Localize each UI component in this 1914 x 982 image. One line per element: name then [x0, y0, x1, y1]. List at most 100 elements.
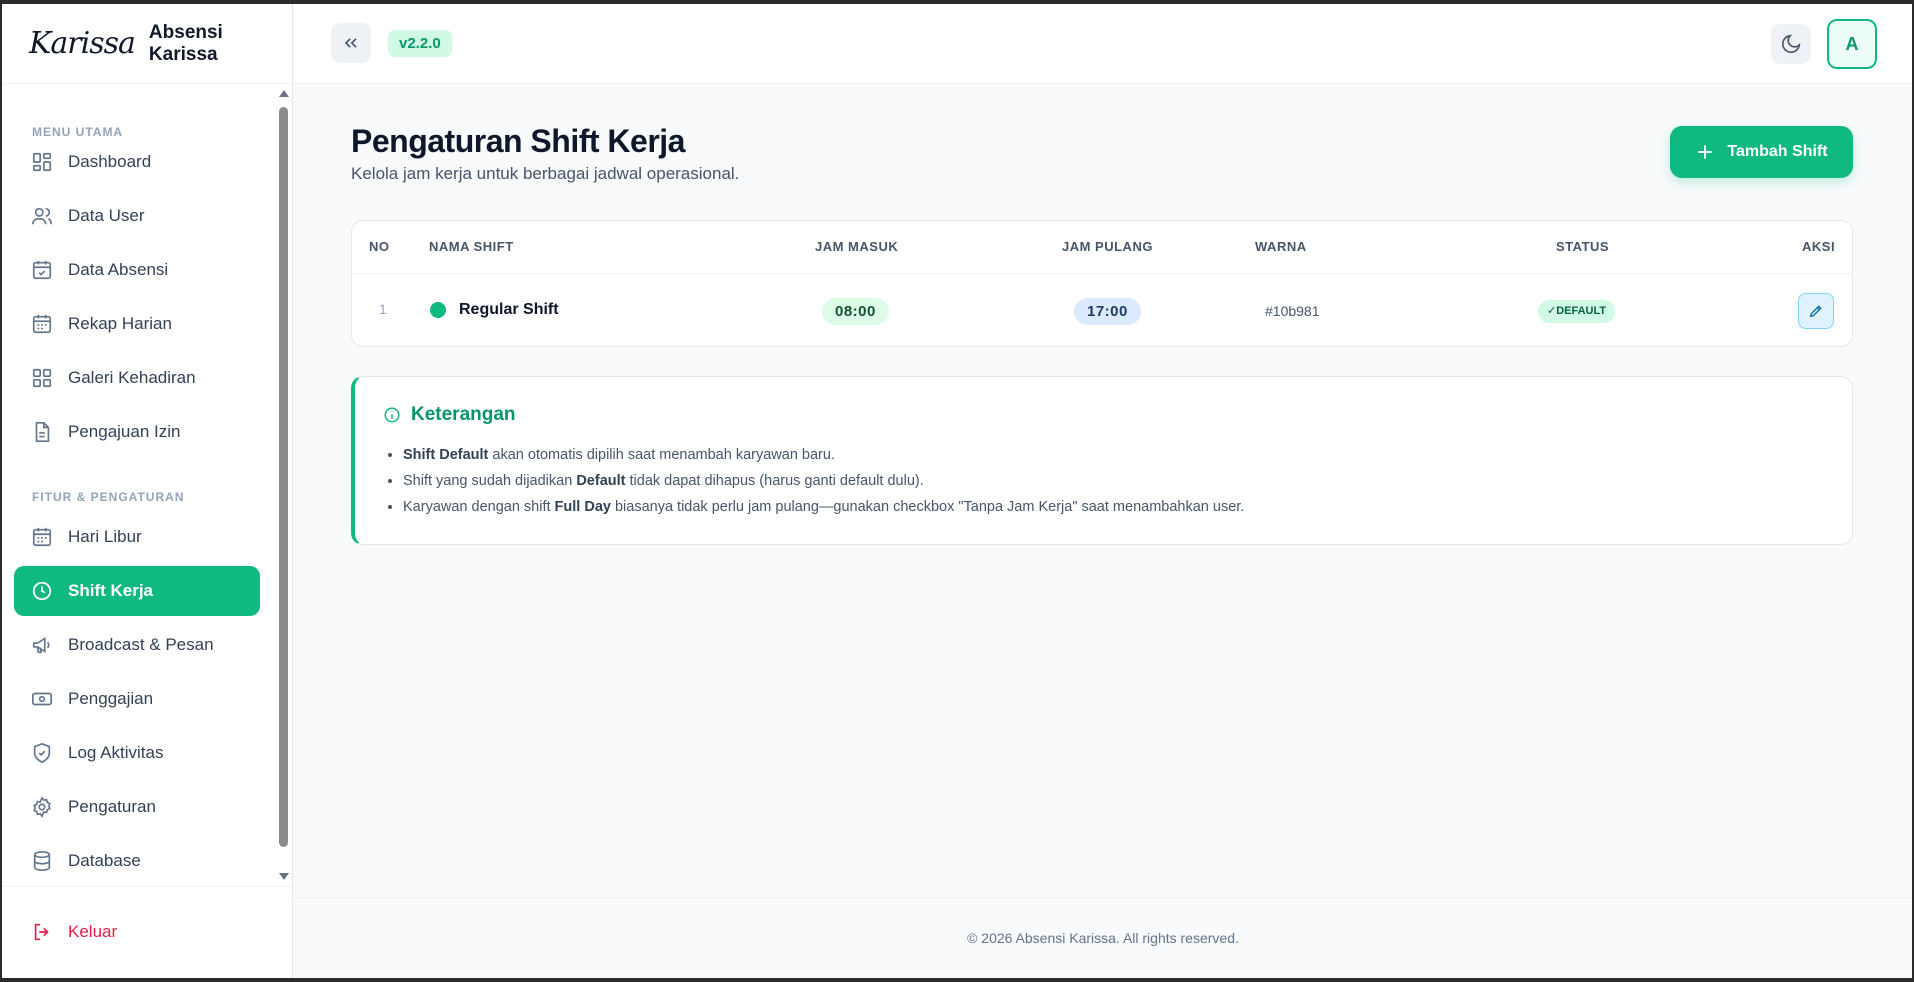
brand: Karissa Absensi Karissa: [2, 4, 292, 84]
edit-shift-button[interactable]: [1798, 293, 1834, 329]
grid-icon: [32, 152, 52, 172]
sidebar-item-label: Data Absensi: [68, 260, 169, 279]
sidebar-item-label: Log Aktivitas: [68, 743, 164, 762]
column-header-color: WARNA: [1255, 239, 1307, 254]
logout-label: Keluar: [68, 922, 118, 941]
sidebar-item-label: Hari Libur: [68, 527, 142, 546]
page-title: Pengaturan Shift Kerja: [351, 123, 685, 159]
info-item: Shift Default akan otomatis dipilih saat…: [403, 442, 1244, 468]
shift-name: Regular Shift: [459, 301, 559, 318]
app-window: Karissa Absensi Karissa MENU UTAMA Dashb…: [2, 4, 1912, 978]
moon-icon: [1781, 34, 1801, 54]
shift-color-dot: [430, 302, 446, 318]
info-item-bold: Shift Default: [403, 447, 489, 463]
column-header-in: JAM MASUK: [815, 239, 899, 254]
gear-icon: [33, 796, 51, 818]
topbar: v2.2.0 A: [294, 4, 1912, 84]
info-card: Keterangan Shift Default akan otomatis d…: [351, 376, 1853, 545]
sidebar-item-pengaturan[interactable]: Pengaturan: [14, 782, 260, 832]
theme-toggle-button[interactable]: [1771, 24, 1811, 64]
add-shift-label: Tambah Shift: [1727, 143, 1828, 160]
column-header-action: AKSI: [1802, 239, 1836, 254]
logout-button[interactable]: Keluar: [14, 910, 117, 954]
shift-table: NO NAMA SHIFT JAM MASUK JAM PULANG WARNA…: [351, 220, 1853, 347]
sidebar-item-label: Pengajuan Izin: [68, 422, 181, 441]
sidebar-scrollbar[interactable]: [276, 90, 289, 880]
sidebar-item-data-user[interactable]: Data User: [14, 191, 260, 241]
brand-name: Absensi Karissa: [148, 21, 223, 65]
sidebar-item-data-absensi[interactable]: Data Absensi: [14, 245, 260, 295]
page-subtitle: Kelola jam kerja untuk berbagai jadwal o…: [351, 164, 740, 183]
info-item-text: akan otomatis dipilih saat menambah kary…: [488, 447, 835, 463]
sidebar-item-broadcast[interactable]: Broadcast & Pesan: [14, 620, 260, 670]
chevrons-left-icon: [344, 38, 357, 48]
info-item-bold: Default: [576, 473, 626, 489]
sidebar-item-label: Data User: [68, 206, 145, 225]
sidebar-item-pengajuan-izin[interactable]: Pengajuan Izin: [14, 407, 260, 457]
color-code: #10b981: [1265, 303, 1320, 319]
sidebar-item-label: Pengaturan: [68, 797, 156, 816]
scroll-thumb[interactable]: [279, 107, 288, 847]
document-icon: [35, 422, 50, 442]
column-header-name: NAMA SHIFT: [429, 239, 514, 254]
footer: © 2026 Absensi Karissa. All rights reser…: [294, 897, 1912, 978]
row-number: 1: [379, 301, 387, 317]
jam-pulang-pill: 17:00: [1074, 298, 1141, 325]
shield-check-icon: [33, 742, 51, 764]
info-item: Karyawan dengan shift Full Day biasanya …: [403, 494, 1244, 520]
logout-area: Keluar: [2, 886, 293, 978]
users-icon: [32, 207, 52, 225]
sidebar: Karissa Absensi Karissa MENU UTAMA Dashb…: [2, 4, 293, 978]
section-label-features: FITUR & PENGATURAN: [32, 490, 185, 504]
info-item-text: biasanya tidak perlu jam pulang—gunakan …: [610, 499, 1245, 515]
info-item-text: tidak dapat dihapus (harus ganti default…: [625, 473, 924, 489]
column-header-out: JAM PULANG: [1062, 239, 1153, 254]
sidebar-item-rekap-harian[interactable]: Rekap Harian: [14, 299, 260, 349]
info-item-text: Shift yang sudah dijadikan: [403, 473, 577, 489]
table-header-divider: [352, 273, 1852, 274]
jam-masuk-pill: 08:00: [822, 298, 889, 325]
sidebar-item-penggajian[interactable]: Penggajian: [14, 674, 260, 724]
user-avatar[interactable]: A: [1827, 19, 1877, 69]
sidebar-item-hari-libur[interactable]: Hari Libur: [14, 512, 260, 562]
sidebar-item-label: Broadcast & Pesan: [68, 635, 214, 654]
sidebar-item-label: Shift Kerja: [68, 581, 154, 600]
sidebar-item-label: Penggajian: [68, 689, 154, 708]
version-badge: v2.2.0: [388, 30, 452, 57]
database-icon: [33, 851, 51, 871]
footer-text: © 2026 Absensi Karissa. All rights reser…: [967, 930, 1239, 946]
sidebar-item-label: Rekap Harian: [68, 314, 172, 333]
info-item: Shift yang sudah dijadikan Default tidak…: [403, 468, 1244, 494]
sidebar-item-log-aktivitas[interactable]: Log Aktivitas: [14, 728, 260, 778]
sidebar-item-dashboard[interactable]: Dashboard: [14, 137, 260, 187]
sidebar-nav: MENU UTAMA Dashboard Data User Data Abse…: [2, 85, 293, 885]
scroll-up-arrow[interactable]: [279, 90, 289, 97]
sidebar-item-label: Database: [68, 851, 141, 870]
calendar-icon: [32, 527, 52, 547]
info-title: Keterangan: [383, 404, 516, 426]
main-content: Pengaturan Shift Kerja Kelola jam kerja …: [294, 85, 1912, 897]
column-header-no: NO: [369, 239, 390, 254]
sidebar-item-shift-kerja[interactable]: Shift Kerja: [14, 566, 260, 616]
grid-icon: [32, 368, 52, 388]
info-item-text: Karyawan dengan shift: [403, 499, 555, 515]
scroll-down-arrow[interactable]: [279, 873, 289, 880]
pencil-icon: [1809, 305, 1822, 318]
info-item-bold: Full Day: [554, 499, 611, 515]
logout-icon: [34, 923, 49, 941]
banknote-icon: [32, 692, 52, 706]
clock-icon: [32, 581, 52, 601]
sidebar-item-database[interactable]: Database: [14, 836, 260, 885]
add-shift-button[interactable]: Tambah Shift: [1670, 126, 1853, 178]
plus-icon: [1698, 145, 1713, 159]
status-badge: ✓DEFAULT: [1538, 300, 1616, 323]
calendar-check-icon: [32, 260, 52, 280]
sidebar-item-galeri-kehadiran[interactable]: Galeri Kehadiran: [14, 353, 260, 403]
megaphone-icon: [32, 637, 50, 654]
sidebar-item-label: Dashboard: [68, 152, 152, 171]
info-list: Shift Default akan otomatis dipilih saat…: [403, 442, 1244, 520]
sidebar-item-label: Galeri Kehadiran: [68, 368, 196, 387]
info-icon: [384, 407, 400, 423]
collapse-sidebar-button[interactable]: [331, 23, 371, 63]
info-title-text: Keterangan: [411, 404, 516, 425]
